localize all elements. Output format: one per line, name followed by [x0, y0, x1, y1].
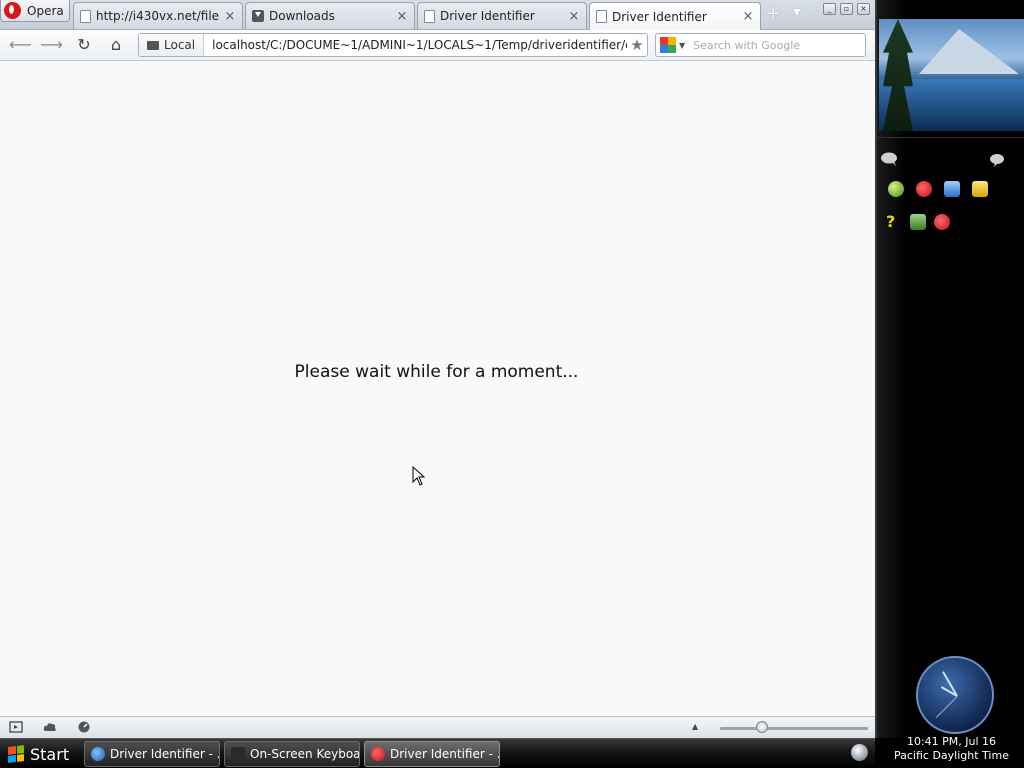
page-icon — [424, 9, 435, 23]
tray-orb-icon[interactable] — [851, 744, 868, 761]
tab-bar: Opera http://i430vx.net/files/... × Down… — [0, 0, 875, 30]
search-engine-selector[interactable]: ▼ — [656, 37, 685, 53]
zoom-menu-icon[interactable]: ▲ — [692, 722, 698, 731]
back-icon[interactable]: ⟵ — [9, 35, 32, 55]
tab-list-chevron-icon[interactable]: ▼ — [793, 7, 801, 18]
address-toolbar: ⟵ ⟶ ↻ ⌂ Local localhost/C:/DOCUME~1/ADMI… — [0, 30, 875, 61]
help-icon[interactable]: ? — [886, 214, 902, 230]
clock-time: 10:41 PM, Jul 16 — [906, 735, 997, 748]
tab-1[interactable]: http://i430vx.net/files/... × — [73, 2, 243, 29]
chevron-down-icon: ▼ — [679, 40, 686, 50]
zoom-slider-track[interactable] — [720, 727, 868, 730]
green-globe-icon[interactable] — [888, 181, 904, 197]
tab-title: Downloads — [269, 9, 335, 23]
home-icon[interactable]: ⌂ — [105, 35, 127, 55]
clock-gadget[interactable] — [916, 656, 994, 734]
taskbar-item-label: Driver Identifier - ... — [390, 747, 500, 761]
monitor-icon — [147, 40, 159, 50]
tab-close-icon[interactable]: × — [224, 9, 236, 24]
slideshow-gadget[interactable] — [879, 19, 1024, 131]
page-content: Please wait while for a moment... — [0, 62, 875, 716]
speed-dial-icon[interactable] — [77, 721, 91, 733]
address-field[interactable]: Local localhost/C:/DOCUME~1/ADMINI~1/LOC… — [138, 33, 648, 57]
taskbar-item-label: On-Screen Keyboa... — [250, 747, 360, 761]
sidebar-divider — [877, 137, 1024, 138]
downloads-icon — [252, 10, 264, 22]
tab-title: Driver Identifier — [612, 9, 707, 24]
start-button[interactable]: Start — [2, 741, 76, 767]
status-bar: ▲ — [0, 716, 875, 738]
mountain-shape — [919, 29, 1019, 74]
site-badge[interactable]: Local — [139, 34, 205, 56]
tab-close-icon[interactable]: × — [396, 9, 408, 24]
url-text[interactable]: localhost/C:/DOCUME~1/ADMINI~1/LOCALS~1/… — [204, 38, 627, 52]
cloud-icon[interactable] — [43, 721, 57, 733]
site-badge-label: Local — [164, 38, 196, 52]
wait-message: Please wait while for a moment... — [294, 362, 579, 382]
taskbar: Start Driver Identifier - ... On-Screen … — [0, 738, 875, 768]
restore-icon[interactable]: ▫ — [840, 3, 853, 15]
opera-icon[interactable] — [916, 181, 932, 197]
taskbar-item-opera[interactable]: Driver Identifier - ... — [364, 741, 500, 767]
tab-3[interactable]: Driver Identifier × — [417, 2, 587, 29]
tab-close-icon[interactable]: × — [742, 9, 754, 24]
start-label: Start — [30, 744, 70, 764]
google-icon — [660, 37, 676, 53]
bookmark-star-icon[interactable]: ★ — [627, 36, 647, 54]
windows-flag-icon — [8, 745, 24, 763]
tab-title: http://i430vx.net/files/... — [96, 9, 219, 23]
security-check-icon[interactable] — [910, 214, 926, 230]
tab-title: Driver Identifier — [440, 9, 535, 23]
tab-2[interactable]: Downloads × — [245, 2, 415, 29]
opera-menu-label: Opera — [27, 3, 64, 18]
page-icon — [80, 9, 91, 23]
tab-4-active[interactable]: Driver Identifier × — [589, 2, 761, 30]
opera-icon[interactable] — [934, 214, 950, 230]
clock-second-hand — [935, 696, 958, 718]
page-icon — [596, 10, 607, 23]
speech-bubble-icon[interactable] — [989, 152, 1005, 168]
opera-menu-button[interactable]: Opera — [0, 0, 70, 22]
clock-timezone: Pacific Daylight Time — [894, 749, 1009, 762]
keyboard-icon — [231, 747, 245, 761]
tab-close-icon[interactable]: × — [568, 9, 580, 24]
tree-shape — [883, 19, 913, 131]
taskbar-item-label: Driver Identifier - ... — [110, 747, 220, 761]
monitor-icon[interactable] — [944, 181, 960, 197]
minimize-icon[interactable]: _ — [823, 3, 836, 15]
taskbar-item-ie[interactable]: Driver Identifier - ... — [84, 741, 220, 767]
opera-icon — [371, 747, 385, 761]
ie-icon — [91, 747, 105, 761]
mouse-cursor-icon — [412, 466, 426, 486]
search-field[interactable]: ▼ — [655, 33, 866, 57]
reload-icon[interactable]: ↻ — [73, 35, 95, 55]
windows-sidebar: ? 10:41 PM, Jul 16 Pacific Daylight Time — [875, 0, 1024, 762]
zoom-slider-thumb[interactable] — [756, 721, 768, 733]
search-input[interactable] — [693, 38, 854, 52]
panel-toggle-icon[interactable] — [9, 721, 23, 733]
folder-icon[interactable] — [972, 181, 988, 197]
browser-window: Opera http://i430vx.net/files/... × Down… — [0, 0, 875, 738]
close-icon[interactable]: × — [857, 3, 870, 15]
forward-icon[interactable]: ⟶ — [40, 35, 63, 55]
speech-bubble-icon[interactable] — [880, 151, 900, 167]
taskbar-item-keyboard[interactable]: On-Screen Keyboa... — [224, 741, 360, 767]
new-tab-icon[interactable]: + — [764, 5, 782, 23]
opera-logo-icon — [4, 2, 21, 19]
